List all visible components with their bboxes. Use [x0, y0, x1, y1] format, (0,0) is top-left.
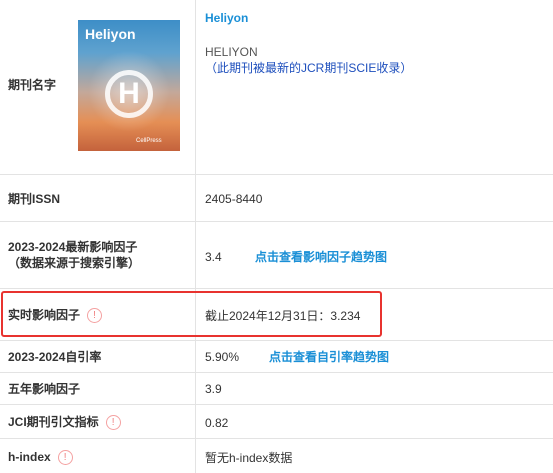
self-cite-trend-link[interactable]: 点击查看自引率趋势图 — [269, 349, 389, 365]
journal-title-upper: HELIYON — [205, 45, 258, 59]
journal-scie-note: （此期刊被最新的JCR期刊SCIE收录） — [205, 61, 413, 75]
five-year-if-row: 五年影响因子 3.9 — [0, 373, 553, 405]
issn-value: 2405-8440 — [205, 192, 263, 206]
jci-label: JCI期刊引文指标 ! — [8, 414, 121, 430]
cover-title: Heliyon — [85, 26, 136, 42]
impact-factor-row: 2023-2024最新影响因子 （数据来源于搜索引擎） 3.4 点击查看影响因子… — [0, 222, 553, 289]
jci-value: 0.82 — [205, 416, 229, 430]
h-index-value: 暂无h-index数据 — [205, 451, 293, 465]
highlight-box — [1, 291, 382, 337]
impact-factor-label-line2: （数据来源于搜索引擎） — [8, 256, 141, 270]
cover-logo-letter: H — [105, 70, 153, 118]
h-index-label-text: h-index — [8, 450, 51, 464]
self-cite-label: 2023-2024自引率 — [8, 350, 102, 364]
impact-factor-label-line1: 2023-2024最新影响因子 — [8, 240, 138, 254]
impact-factor-value: 3.4 — [205, 250, 222, 264]
self-cite-row: 2023-2024自引率 5.90% 点击查看自引率趋势图 — [0, 341, 553, 373]
h-index-label: h-index ! — [8, 449, 73, 465]
five-year-if-label: 五年影响因子 — [8, 382, 81, 396]
journal-name-label: 期刊名字 — [8, 78, 57, 92]
jci-row: JCI期刊引文指标 ! 0.82 — [0, 405, 553, 439]
cover-publisher: CellPress — [136, 138, 162, 144]
impact-factor-trend-link[interactable]: 点击查看影响因子趋势图 — [255, 249, 387, 265]
issn-row: 期刊ISSN 2405-8440 — [0, 175, 553, 222]
issn-label: 期刊ISSN — [8, 192, 61, 206]
info-icon[interactable]: ! — [57, 449, 73, 465]
five-year-if-value: 3.9 — [205, 382, 222, 396]
impact-factor-label: 2023-2024最新影响因子 （数据来源于搜索引擎） — [8, 239, 140, 271]
jci-label-text: JCI期刊引文指标 — [8, 415, 99, 429]
self-cite-value: 5.90% — [205, 350, 240, 364]
journal-cover-image: Heliyon H CellPress — [78, 20, 180, 151]
info-icon[interactable]: ! — [105, 414, 121, 430]
journal-name-row: 期刊名字 Heliyon H CellPress Heliyon HELIYON… — [0, 0, 553, 175]
journal-title-link[interactable]: Heliyon — [205, 10, 248, 26]
h-index-row: h-index ! 暂无h-index数据 — [0, 439, 553, 473]
